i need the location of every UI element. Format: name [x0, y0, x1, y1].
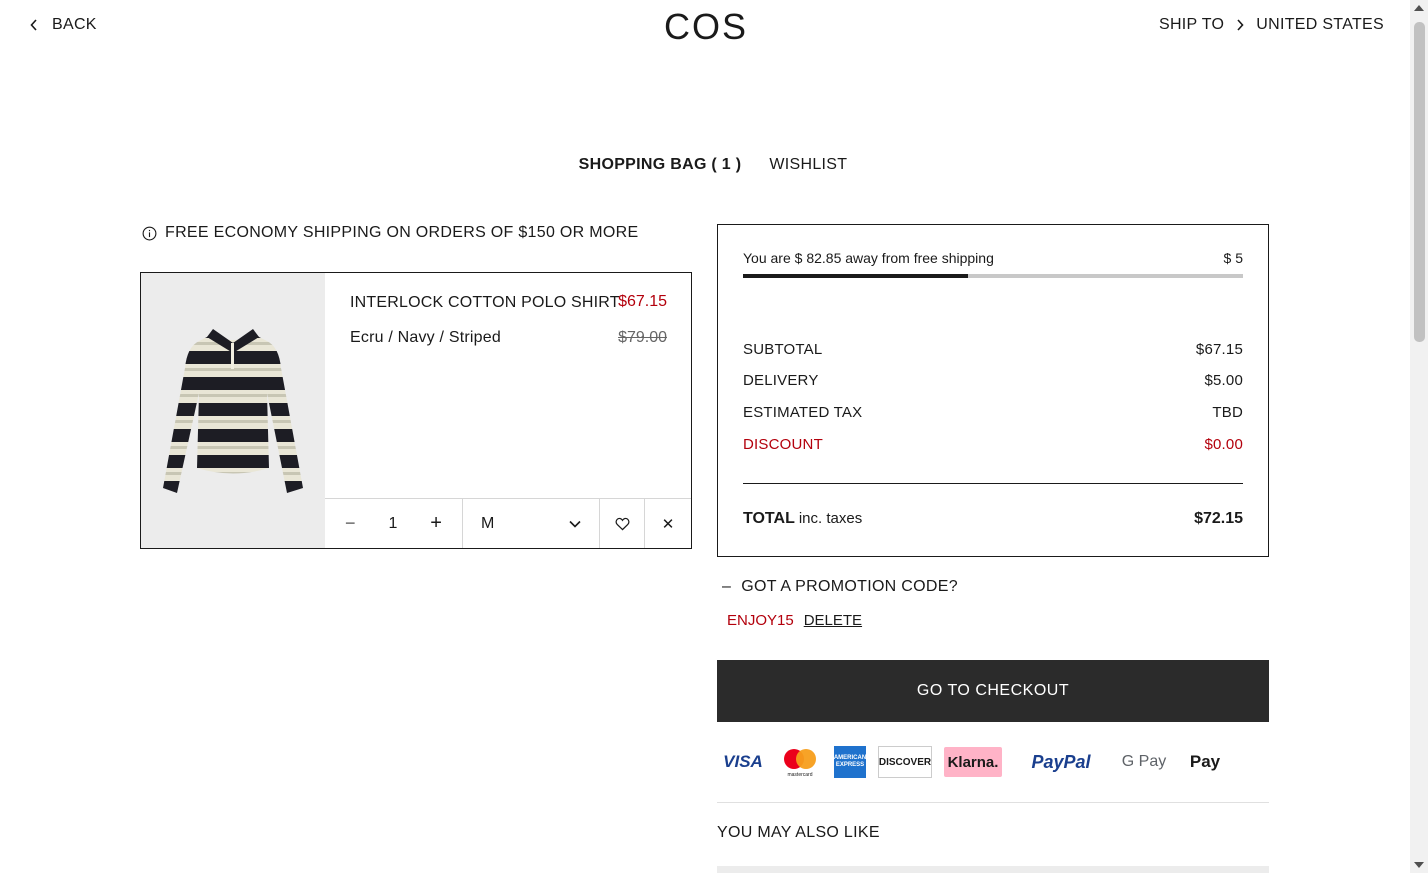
promo-code-value: ENJOY15: [727, 612, 794, 629]
info-icon: [142, 226, 157, 240]
country-label: UNITED STATES: [1256, 16, 1384, 33]
delivery-label: DELIVERY: [743, 372, 819, 389]
go-to-checkout-button[interactable]: GO TO CHECKOUT: [717, 660, 1269, 722]
applied-promo-code: ENJOY15 DELETE: [727, 612, 862, 629]
quantity-stepper: − 1 +: [325, 499, 463, 548]
promo-code-toggle[interactable]: – GOT A PROMOTION CODE?: [722, 578, 958, 596]
size-select[interactable]: M: [463, 499, 600, 548]
close-icon: ✕: [661, 515, 675, 533]
site-header: BACK COS SHIP TO UNITED STATES: [0, 0, 1410, 56]
product-name[interactable]: INTERLOCK COTTON POLO SHIRT: [350, 294, 620, 312]
amex-icon: AMERICAN EXPRESS: [834, 746, 866, 778]
discover-icon: DISCOVER: [878, 746, 932, 778]
chevron-down-icon: [569, 520, 581, 528]
increase-quantity-button[interactable]: +: [430, 512, 442, 535]
delivery-row: DELIVERY $5.00: [743, 372, 1243, 389]
tab-shopping-bag[interactable]: SHOPPING BAG ( 1 ): [579, 156, 742, 174]
recommendation-preview[interactable]: [717, 866, 1269, 873]
free-shipping-progress-message: You are $ 82.85 away from free shipping: [743, 250, 994, 266]
minus-icon: –: [722, 578, 732, 595]
back-label: BACK: [52, 16, 97, 33]
delivery-value: $5.00: [1204, 372, 1243, 389]
mastercard-wordmark: mastercard: [787, 772, 812, 778]
tax-row: ESTIMATED TAX TBD: [743, 404, 1243, 421]
product-sale-price: $67.15: [618, 293, 667, 310]
mastercard-icon: mastercard: [778, 746, 822, 778]
apple-pay-icon: Pay: [1189, 752, 1221, 771]
progress-fill: [743, 274, 968, 278]
section-divider: [717, 802, 1269, 803]
subtotal-label: SUBTOTAL: [743, 341, 823, 358]
total-suffix: inc. taxes: [798, 510, 863, 527]
free-shipping-progress-bar: [743, 274, 1243, 278]
free-shipping-notice: FREE ECONOMY SHIPPING ON ORDERS OF $150 …: [142, 224, 638, 242]
size-value: M: [481, 514, 495, 532]
shipping-amount: $ 5: [1223, 250, 1243, 266]
scroll-up-arrow-icon[interactable]: [1414, 5, 1424, 11]
notice-text: FREE ECONOMY SHIPPING ON ORDERS OF $150 …: [165, 224, 639, 241]
cos-logo[interactable]: COS: [664, 6, 748, 48]
remove-item-button[interactable]: ✕: [645, 499, 691, 548]
google-pay-icon: G Pay: [1121, 753, 1167, 770]
chevron-left-icon: [30, 19, 37, 31]
total-value: $72.15: [1194, 510, 1243, 527]
tax-value: TBD: [1212, 404, 1243, 421]
product-image[interactable]: [141, 273, 325, 548]
heart-icon: [615, 517, 629, 530]
visa-icon: VISA: [723, 752, 763, 771]
discount-value: $0.00: [1204, 436, 1243, 453]
add-to-wishlist-button[interactable]: [600, 499, 645, 548]
ship-to-selector[interactable]: SHIP TO UNITED STATES: [1159, 16, 1384, 34]
ship-to-label: SHIP TO: [1158, 16, 1225, 33]
tab-wishlist[interactable]: WISHLIST: [769, 156, 847, 174]
order-summary: You are $ 82.85 away from free shipping …: [717, 224, 1269, 557]
total-row: TOTAL inc. taxes $72.15: [743, 510, 1243, 528]
decrease-quantity-button[interactable]: −: [345, 513, 356, 534]
cart-item: INTERLOCK COTTON POLO SHIRT $67.15 Ecru …: [140, 272, 692, 549]
chevron-right-icon: [1237, 19, 1244, 31]
scroll-down-arrow-icon[interactable]: [1414, 862, 1424, 868]
klarna-icon: Klarna.: [944, 747, 1002, 777]
item-controls: − 1 + M ✕: [325, 498, 691, 548]
recommendations-title: YOU MAY ALSO LIKE: [717, 824, 880, 841]
promo-label: GOT A PROMOTION CODE?: [741, 578, 958, 595]
back-button[interactable]: BACK: [30, 16, 97, 34]
quantity-value: 1: [388, 514, 398, 532]
total-label: TOTAL: [743, 510, 795, 527]
page-scrollbar[interactable]: [1410, 0, 1428, 873]
subtotal-row: SUBTOTAL $67.15: [743, 341, 1243, 358]
discount-label: DISCOUNT: [743, 436, 823, 453]
product-variant: Ecru / Navy / Striped: [350, 329, 501, 346]
product-original-price: $79.00: [618, 329, 667, 346]
summary-divider: [743, 483, 1243, 484]
paypal-icon: PayPal: [1031, 751, 1091, 772]
payment-methods: VISA mastercard AMERICAN EXPRESS DISCOVE…: [720, 744, 1230, 780]
tax-label: ESTIMATED TAX: [743, 404, 863, 421]
bag-tabs: SHOPPING BAG ( 1 ) WISHLIST: [0, 156, 1410, 174]
discount-row: DISCOUNT $0.00: [743, 436, 1243, 453]
subtotal-value: $67.15: [1195, 341, 1243, 358]
delete-promo-button[interactable]: DELETE: [804, 612, 862, 629]
polo-shirt-image: [163, 329, 303, 493]
scroll-thumb[interactable]: [1414, 22, 1425, 342]
